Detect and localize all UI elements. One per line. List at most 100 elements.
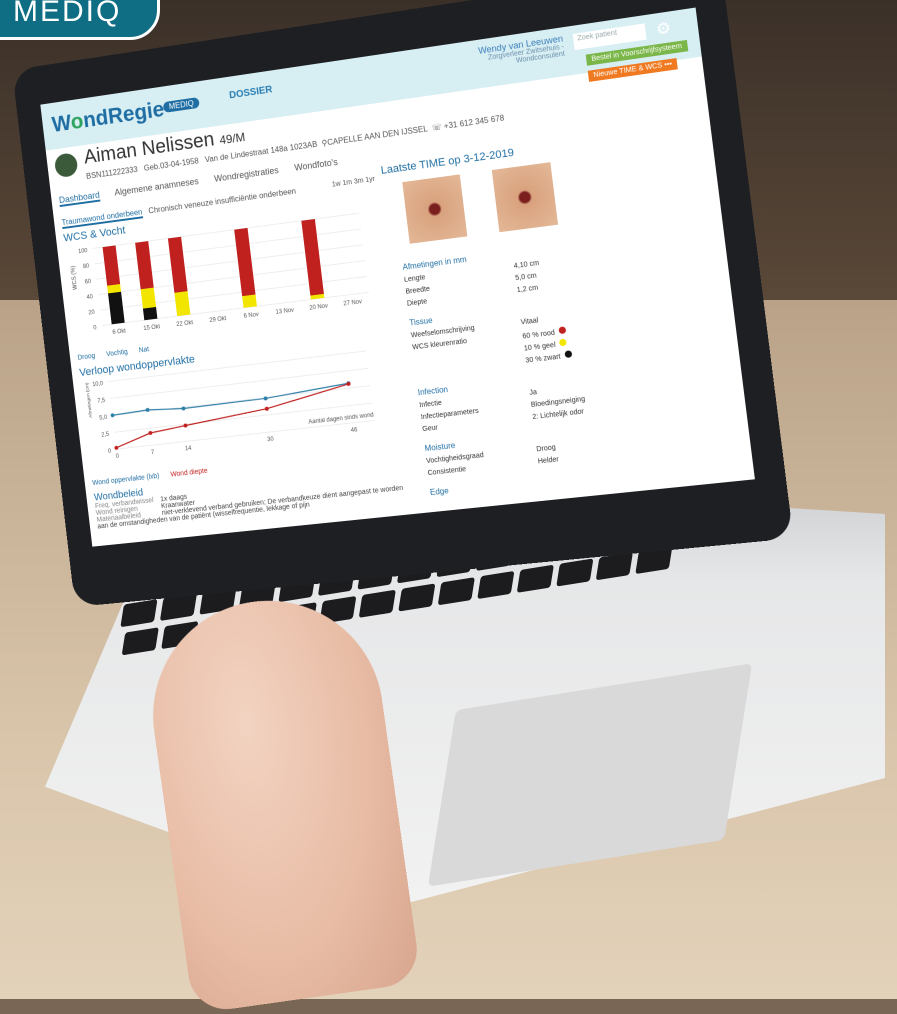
- y-tick-label: 0: [108, 449, 113, 455]
- keyboard-key[interactable]: [121, 627, 159, 656]
- x-tick-label: 7: [151, 450, 155, 456]
- keyboard-key[interactable]: [120, 599, 158, 628]
- user-info[interactable]: Wendy van Leeuwen Zorgverleer Zwitsehuis…: [442, 33, 566, 75]
- data-point: [263, 396, 268, 401]
- infection-key: Infectie: [419, 399, 443, 410]
- y-tick-label: 10,0: [92, 381, 104, 388]
- x-tick-label: 14: [185, 446, 193, 453]
- tissue-key: WCS kleurenratio: [412, 338, 468, 352]
- mediq-badge: MEDIQ: [162, 97, 201, 113]
- data-point: [148, 430, 153, 436]
- x-tick-label: 46: [351, 427, 358, 434]
- black-dot-icon: [564, 350, 573, 359]
- range-1w[interactable]: 1w: [332, 181, 342, 189]
- keyboard-key[interactable]: [358, 589, 396, 618]
- mediq-corner-logo: MEDIQ: [0, 0, 160, 40]
- avatar: [53, 152, 79, 179]
- y-tick-label: 0: [93, 325, 97, 331]
- y-tick-label: 2,5: [101, 432, 110, 439]
- app-screen: WondRegie MEDIQ DOSSIER Wendy van Leeuwe…: [40, 7, 755, 547]
- bar-segment: [174, 291, 191, 317]
- y-tick-label: 40: [86, 294, 94, 301]
- range-1m[interactable]: 1m: [342, 179, 352, 187]
- afmetingen-title: Afmetingen in mm: [402, 254, 468, 272]
- bar-segment: [102, 245, 121, 286]
- moisture-value: Helder: [537, 456, 560, 466]
- gridline: [111, 368, 368, 398]
- gridline: [113, 386, 371, 416]
- keyboard-key[interactable]: [477, 570, 515, 600]
- y-tick-label: 60: [85, 279, 93, 286]
- bar-segment: [135, 241, 154, 290]
- legend-droog: Droog: [77, 352, 96, 362]
- x-tick-label: 6 Nov: [243, 312, 259, 320]
- infection-value: Ja: [529, 389, 538, 397]
- data-point: [264, 406, 269, 411]
- infection-value: Bloedingsneiging: [530, 395, 586, 410]
- legend-oppervlakte: Wond oppervlakte (lxb): [91, 472, 160, 487]
- y-tick-label: 100: [78, 248, 89, 255]
- moisture-key: Consistentie: [427, 466, 467, 478]
- afmeting-row: Breedte: [405, 285, 431, 296]
- y-tick-label: 80: [83, 263, 91, 270]
- tissue-title: Tissue: [408, 315, 433, 328]
- left-panel: Traumawond onderbeen Chronisch veneuze i…: [61, 176, 415, 546]
- x-tick-label: 13 Nov: [275, 308, 294, 316]
- bar-segment: [234, 227, 256, 297]
- y-tick-label: 7,5: [97, 398, 106, 405]
- bar-segment: [108, 291, 125, 325]
- x-tick-label: 6 Okt: [112, 328, 126, 336]
- tissue-value: Vitaal: [520, 317, 539, 327]
- gear-icon[interactable]: ⚙: [655, 18, 672, 41]
- y-axis-label: WCS (%): [70, 265, 78, 290]
- afmeting-value: 5,0 cm: [514, 272, 538, 283]
- infection-key: Infectieparameters: [420, 407, 480, 422]
- moisture-title: Moisture: [424, 440, 456, 454]
- keyboard-key[interactable]: [398, 583, 436, 612]
- x-tick-label: 27 Nov: [343, 299, 362, 307]
- edge-title: Edge: [429, 486, 450, 498]
- wound-photo-2[interactable]: [491, 162, 559, 233]
- gridline: [95, 229, 361, 264]
- gridline: [117, 420, 375, 449]
- infection-key: Geur: [421, 424, 439, 434]
- legend-diepte: Wond diepte: [170, 467, 208, 479]
- x-tick-label: 0: [116, 454, 121, 460]
- red-dot-icon: [558, 326, 567, 335]
- moisture-value: Droog: [536, 444, 557, 454]
- keyboard-key[interactable]: [516, 564, 554, 593]
- x-tick-label: 20 Nov: [309, 303, 328, 311]
- search-input[interactable]: Zoek patient: [572, 23, 647, 51]
- moisture-key: Vochtigheidsgraad: [425, 451, 485, 466]
- bar-segment: [140, 287, 157, 309]
- x-tick-label: 22 Okt: [176, 320, 194, 328]
- bar-segment: [242, 294, 257, 308]
- range-1yr[interactable]: 1yr: [365, 176, 375, 184]
- x-tick-label: 30: [267, 436, 275, 443]
- wound-photo-1[interactable]: [402, 174, 468, 244]
- y-tick-label: 20: [88, 310, 96, 317]
- x-tick-label: 15 Okt: [143, 324, 161, 332]
- brand-logo[interactable]: WondRegie: [51, 96, 166, 137]
- infection-value: 2: Lichtelijk odor: [532, 408, 585, 422]
- afmeting-row: Diepte: [406, 298, 428, 308]
- afmeting-row: Lengte: [403, 274, 426, 284]
- data-point: [110, 413, 115, 418]
- tissue-value: 30 % zwart: [525, 350, 573, 365]
- time-panel: Laatste TIME op 3-12-2019 Afmetingen in …: [380, 121, 749, 514]
- keyboard-key[interactable]: [437, 577, 475, 606]
- bar-segment: [167, 236, 188, 293]
- afmeting-value: 4,10 cm: [513, 259, 540, 271]
- range-3m[interactable]: 3m: [354, 177, 364, 185]
- legend-nat: Nat: [138, 346, 150, 355]
- keyboard-key[interactable]: [556, 558, 594, 587]
- laptop-lid: WondRegie MEDIQ DOSSIER Wendy van Leeuwe…: [12, 0, 794, 607]
- legend-vochtig: Vochtig: [105, 348, 129, 359]
- yellow-dot-icon: [558, 338, 567, 347]
- bar-segment: [107, 284, 122, 294]
- nav-dossier[interactable]: DOSSIER: [229, 84, 273, 101]
- y-tick-label: 5,0: [99, 415, 108, 422]
- infection-title: Infection: [417, 384, 449, 398]
- x-tick-label: 29 Okt: [209, 316, 227, 324]
- bar-segment: [142, 306, 158, 321]
